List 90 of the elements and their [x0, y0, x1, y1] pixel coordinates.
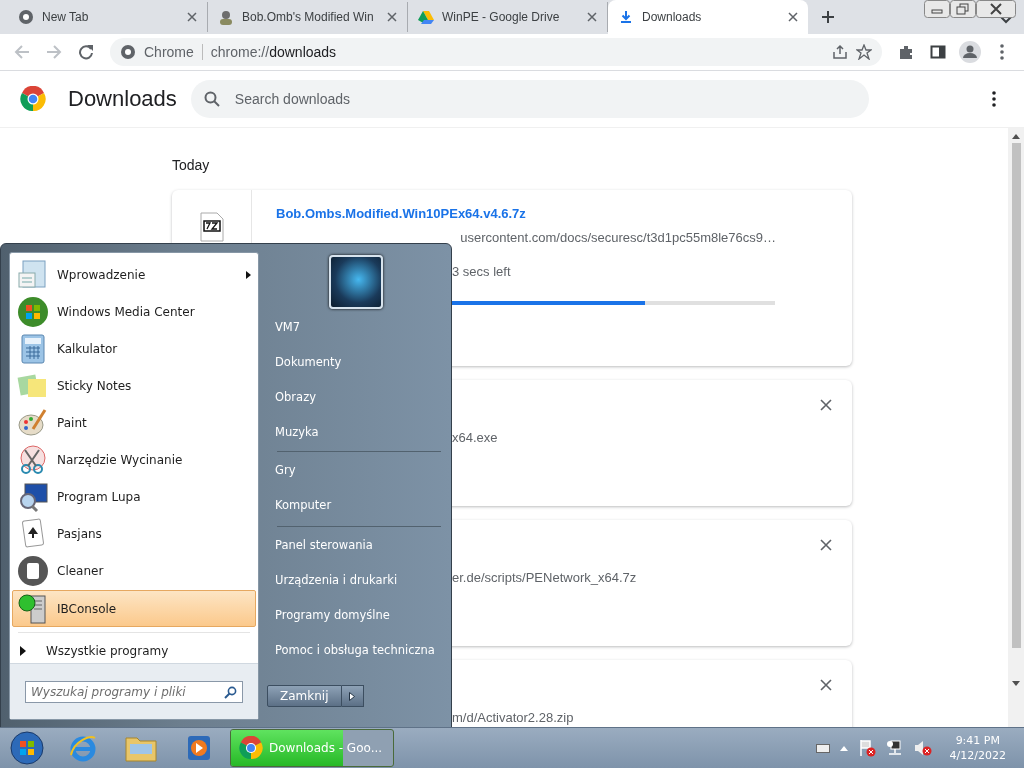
program-item[interactable]: Kalkulator — [12, 330, 256, 368]
close-icon — [820, 399, 832, 411]
close-icon[interactable] — [587, 12, 597, 22]
download-icon — [618, 9, 634, 25]
windows-logo-icon — [17, 295, 49, 328]
program-item[interactable]: Pasjans — [12, 515, 256, 553]
menu-link[interactable]: Komputer — [267, 487, 441, 522]
search-field[interactable]: Search downloads — [190, 80, 869, 118]
program-item[interactable]: Sticky Notes — [12, 367, 256, 405]
browser-tab[interactable]: Downloads — [608, 0, 808, 34]
menu-link[interactable]: Muzyka — [267, 414, 451, 449]
search-icon — [203, 91, 220, 107]
menu-link[interactable]: VM7 — [267, 309, 451, 344]
close-icon[interactable] — [976, 0, 1016, 18]
close-icon[interactable] — [187, 12, 197, 22]
media-player-icon[interactable] — [186, 734, 212, 762]
file-url: m/d/Activator2.28.zip — [452, 710, 574, 725]
more-icon[interactable] — [1000, 44, 1004, 60]
keyboard-icon[interactable] — [815, 743, 830, 753]
chrome-logo-icon — [20, 86, 46, 112]
puzzle-piece-icon[interactable] — [898, 44, 914, 60]
share-icon[interactable] — [832, 44, 848, 60]
notebook-circle-icon — [17, 555, 49, 588]
close-icon — [820, 679, 832, 691]
arrow-right-icon — [20, 645, 26, 656]
archive-file-icon — [199, 212, 224, 242]
browser-tab[interactable]: WinPE - Google Drive — [408, 2, 608, 32]
restore-icon[interactable] — [950, 0, 976, 18]
profile-icon[interactable] — [959, 41, 981, 63]
file-name-link[interactable]: Bob.Ombs.Modified.Win10PEx64.v4.6.7z — [276, 206, 526, 221]
server-globe-icon — [17, 592, 49, 625]
file-url: x64.exe — [452, 430, 498, 445]
address-bar[interactable]: Chrome chrome://downloads — [110, 38, 882, 66]
search-icon — [224, 685, 237, 699]
download-status: 3 secs left — [452, 264, 511, 279]
menu-link[interactable]: Pomoc i obsługa techniczna — [267, 632, 441, 667]
reload-icon[interactable] — [78, 44, 94, 60]
browser-tab[interactable]: New Tab — [8, 2, 208, 32]
arrow-right-icon — [349, 691, 355, 701]
triangle-drive-icon — [418, 9, 434, 25]
all-programs-item[interactable]: Wszystkie programy — [12, 638, 256, 664]
close-icon — [820, 539, 832, 551]
palette-icon — [17, 407, 49, 439]
network-icon[interactable] — [885, 739, 904, 757]
chrome-icon — [18, 9, 34, 25]
side-panel-icon[interactable] — [930, 44, 946, 60]
flag-error-icon[interactable] — [857, 739, 876, 757]
program-item[interactable]: Cleaner — [12, 552, 256, 590]
plus-icon[interactable] — [821, 10, 835, 24]
more-icon[interactable] — [992, 91, 996, 107]
url-text: chrome://downloads — [210, 44, 337, 60]
scroll-up-icon[interactable] — [1012, 133, 1020, 139]
minimize-icon[interactable] — [924, 0, 950, 18]
file-url: usercontent.com/docs/securesc/t3d1pc55m8le76cs9… — [459, 230, 776, 245]
menu-link[interactable]: Gry — [267, 452, 441, 487]
menu-link[interactable]: Obrazy — [267, 379, 451, 414]
scissors-icon — [17, 444, 49, 477]
speaker-muted-icon[interactable] — [913, 739, 932, 757]
magnifier-monitor-icon — [17, 481, 49, 514]
document-icon — [17, 258, 49, 291]
browser-tab[interactable]: Bob.Omb's Modified Win — [208, 2, 408, 32]
scrollbar-thumb[interactable] — [1011, 143, 1021, 648]
program-item[interactable]: Windows Media Center — [12, 293, 256, 331]
program-item[interactable]: Narzędzie Wycinanie — [12, 441, 256, 479]
chrome-icon — [120, 44, 136, 60]
shutdown-button[interactable]: Zamknij — [267, 685, 342, 707]
program-item[interactable]: IBConsole — [12, 590, 256, 628]
program-item[interactable]: Paint — [12, 404, 256, 442]
search-field[interactable]: Wyszukaj programy i pliki — [25, 680, 243, 703]
scrollbar[interactable] — [1008, 128, 1024, 727]
file-url: er.de/scripts/PENetwork_x64.7z — [452, 570, 637, 585]
page-title: Downloads — [68, 86, 177, 112]
chrome-logo-icon — [239, 736, 263, 760]
close-icon[interactable] — [788, 12, 798, 22]
chevron-up-icon[interactable] — [839, 745, 848, 751]
menu-link[interactable]: Programy domyślne — [267, 597, 441, 632]
section-heading: Today — [172, 157, 211, 173]
site-label: Chrome — [144, 44, 203, 60]
menu-link[interactable]: Urządzenia i drukarki — [267, 562, 441, 597]
star-icon[interactable] — [856, 44, 872, 60]
program-item[interactable]: Wprowadzenie — [12, 256, 256, 294]
shutdown-options-button[interactable] — [341, 685, 364, 707]
avatar-icon — [218, 9, 234, 25]
menu-link[interactable]: Panel sterowania — [267, 527, 441, 562]
menu-link[interactable]: Dokumenty — [267, 344, 451, 379]
user-picture[interactable] — [329, 255, 383, 309]
start-orb-icon[interactable] — [10, 731, 44, 765]
close-icon[interactable] — [387, 12, 397, 22]
program-item[interactable]: Program Lupa — [12, 478, 256, 516]
scroll-down-icon[interactable] — [1012, 681, 1020, 687]
